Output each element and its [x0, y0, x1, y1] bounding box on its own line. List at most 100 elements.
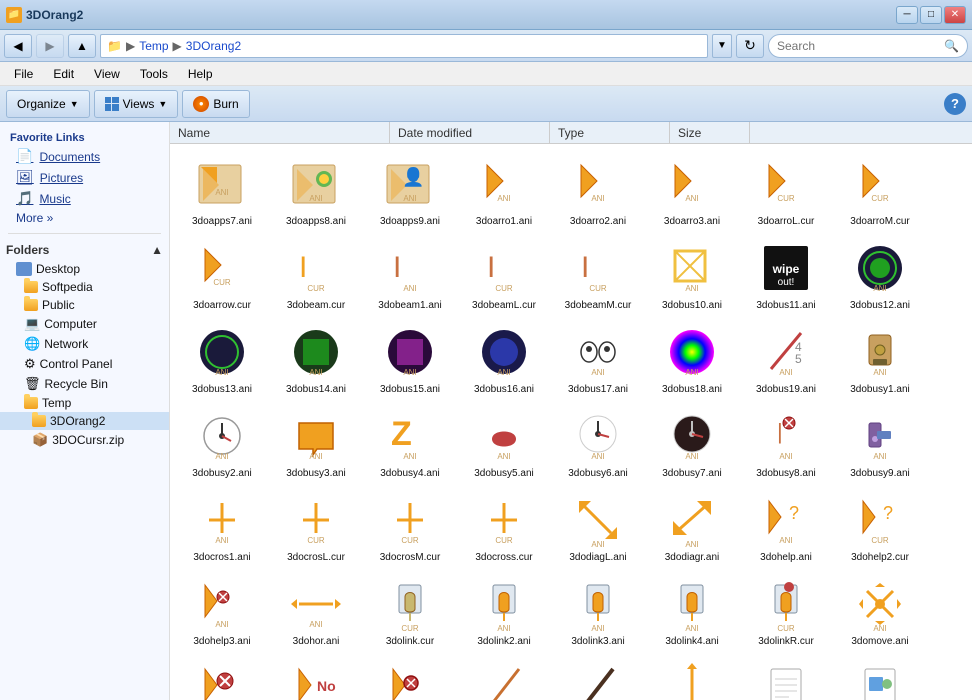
- list-item[interactable]: ANI 3dobus16.ani: [458, 318, 550, 400]
- list-item[interactable]: ANI 3dovert.ani: [646, 654, 738, 700]
- list-item[interactable]: ANI 3dopen.ani: [458, 654, 550, 700]
- list-item[interactable]: ANI 3dodiagL.ani: [552, 486, 644, 568]
- list-item[interactable]: NoANI 3dono2.ani: [270, 654, 362, 700]
- refresh-button[interactable]: ↻: [736, 34, 764, 58]
- list-item[interactable]: ICUR 3dobeam.cur: [270, 234, 362, 316]
- burn-button[interactable]: ● Burn: [182, 90, 249, 118]
- list-item[interactable]: CUR 3dolinkR.cur: [740, 570, 832, 652]
- maximize-button[interactable]: □: [920, 6, 942, 24]
- close-button[interactable]: ✕: [944, 6, 966, 24]
- list-item[interactable]: DIZ file_id.diz: [740, 654, 832, 700]
- list-item[interactable]: ANI 3dolink3.ani: [552, 570, 644, 652]
- list-item[interactable]: CUR 3docross.cur: [458, 486, 550, 568]
- list-item[interactable]: ANI 3dopen2.ani: [552, 654, 644, 700]
- menu-help[interactable]: Help: [180, 65, 221, 83]
- list-item[interactable]: ANI 3dobus17.ani: [552, 318, 644, 400]
- up-button[interactable]: ▲: [68, 34, 96, 58]
- list-item[interactable]: ANI 3dobus12.ani: [834, 234, 926, 316]
- organize-button[interactable]: Organize ▼: [6, 90, 90, 118]
- col-header-date[interactable]: Date modified: [390, 122, 550, 143]
- list-item[interactable]: CUR 3doarrow.cur: [176, 234, 268, 316]
- list-item[interactable]: ANI 3dobusy2.ani: [176, 402, 268, 484]
- list-item[interactable]: ANI 3dodiagr.ani: [646, 486, 738, 568]
- list-item[interactable]: 45ANI 3dobus19.ani: [740, 318, 832, 400]
- list-item[interactable]: ANI 3doapps7.ani: [176, 150, 268, 232]
- back-button[interactable]: ◀: [4, 34, 32, 58]
- file-name: 3dohelp.ani: [760, 552, 812, 564]
- list-item[interactable]: ANI 3doarro1.ani: [458, 150, 550, 232]
- list-item[interactable]: ICUR 3dobeamM.cur: [552, 234, 644, 316]
- list-item[interactable]: wipeout! 3dobus11.ani: [740, 234, 832, 316]
- views-button[interactable]: Views ▼: [94, 90, 179, 118]
- list-item[interactable]: ZANI 3dobusy4.ani: [364, 402, 456, 484]
- folder-item-temp[interactable]: Temp: [0, 394, 169, 412]
- list-item[interactable]: ?CUR 3dohelp2.cur: [834, 486, 926, 568]
- list-item[interactable]: ANI 3doarro3.ani: [646, 150, 738, 232]
- folder-item-desktop[interactable]: Desktop: [0, 260, 169, 278]
- folder-item-control-panel[interactable]: ⚙ Control Panel: [0, 354, 169, 374]
- path-segment-temp[interactable]: Temp: [139, 39, 168, 53]
- folder-item-public[interactable]: Public: [0, 296, 169, 314]
- sidebar-documents[interactable]: 📄 Documents: [0, 146, 169, 167]
- list-item[interactable]: CFG INSTAL3O...: [834, 654, 926, 700]
- list-item[interactable]: ANI 3dobusy3.ani: [270, 402, 362, 484]
- favorite-links-title[interactable]: Favorite Links: [0, 128, 169, 146]
- menu-tools[interactable]: Tools: [132, 65, 176, 83]
- list-item[interactable]: ANI 3doapps8.ani: [270, 150, 362, 232]
- sidebar-pictures[interactable]: 🖼 Pictures: [0, 167, 169, 188]
- list-item[interactable]: IANI 3dobeam1.ani: [364, 234, 456, 316]
- list-item[interactable]: ANI 3dohelp3.ani: [176, 570, 268, 652]
- path-dropdown[interactable]: ▼: [712, 34, 732, 58]
- list-item[interactable]: ANI 3doarro2.ani: [552, 150, 644, 232]
- path-segment-folder[interactable]: 3DOrang2: [186, 39, 241, 53]
- list-item[interactable]: CUR 3docrosL.cur: [270, 486, 362, 568]
- folder-item-3docursr[interactable]: 📦 3DOCursr.zip: [0, 430, 169, 450]
- file-name: 3dodiagL.ani: [569, 552, 626, 564]
- list-item[interactable]: ANI 3dobus18.ani: [646, 318, 738, 400]
- address-path[interactable]: 📁 ▶ Temp ▶ 3DOrang2: [100, 34, 708, 58]
- list-item[interactable]: ?ANI 3dohelp.ani: [740, 486, 832, 568]
- list-item[interactable]: ANI 3dobusy6.ani: [552, 402, 644, 484]
- list-item[interactable]: ANI 3dono3.ani: [364, 654, 456, 700]
- list-item[interactable]: ANI 3dobus13.ani: [176, 318, 268, 400]
- folder-item-network[interactable]: 🌐 Network: [0, 334, 169, 354]
- list-item[interactable]: CUR 3docrosM.cur: [364, 486, 456, 568]
- folders-title[interactable]: Folders ▲: [0, 240, 169, 260]
- menu-file[interactable]: File: [6, 65, 41, 83]
- list-item[interactable]: ANI 3docros1.ani: [176, 486, 268, 568]
- list-item[interactable]: ANI 3dobus10.ani: [646, 234, 738, 316]
- forward-button[interactable]: ▶: [36, 34, 64, 58]
- list-item[interactable]: ANI 3domove.ani: [834, 570, 926, 652]
- list-item[interactable]: ANI 3dobusy7.ani: [646, 402, 738, 484]
- sidebar-music[interactable]: 🎵 Music: [0, 188, 169, 209]
- list-item[interactable]: |ANI 3dobusy8.ani: [740, 402, 832, 484]
- list-item[interactable]: 👤ANI 3doapps9.ani: [364, 150, 456, 232]
- list-item[interactable]: ANI 3dono.ani: [176, 654, 268, 700]
- file-thumb: ANI: [286, 322, 346, 382]
- folder-item-softpedia[interactable]: Softpedia: [0, 278, 169, 296]
- search-input[interactable]: [777, 39, 940, 53]
- list-item[interactable]: CUR 3doarroL.cur: [740, 150, 832, 232]
- list-item[interactable]: ANI 3dolink4.ani: [646, 570, 738, 652]
- menu-edit[interactable]: Edit: [45, 65, 82, 83]
- col-header-size[interactable]: Size: [670, 122, 750, 143]
- folder-item-computer[interactable]: 💻 Computer: [0, 314, 169, 334]
- list-item[interactable]: ANI 3dobusy5.ani: [458, 402, 550, 484]
- sidebar-more[interactable]: More »: [0, 209, 169, 227]
- list-item[interactable]: ANI 3dobusy9.ani: [834, 402, 926, 484]
- menu-view[interactable]: View: [86, 65, 128, 83]
- folder-item-3dorang2[interactable]: 3DOrang2: [0, 412, 169, 430]
- list-item[interactable]: ANI 3dohor.ani: [270, 570, 362, 652]
- col-header-type[interactable]: Type: [550, 122, 670, 143]
- list-item[interactable]: ANI 3dobusy1.ani: [834, 318, 926, 400]
- list-item[interactable]: ANI 3dobus14.ani: [270, 318, 362, 400]
- list-item[interactable]: ICUR 3dobeamL.cur: [458, 234, 550, 316]
- list-item[interactable]: ANI 3dobus15.ani: [364, 318, 456, 400]
- folder-item-recycle-bin[interactable]: 🗑 Recycle Bin: [0, 374, 169, 394]
- minimize-button[interactable]: ─: [896, 6, 918, 24]
- help-button[interactable]: ?: [944, 93, 966, 115]
- col-header-name[interactable]: Name: [170, 122, 390, 143]
- list-item[interactable]: CUR 3doarroM.cur: [834, 150, 926, 232]
- list-item[interactable]: ANI 3dolink2.ani: [458, 570, 550, 652]
- list-item[interactable]: CUR 3dolink.cur: [364, 570, 456, 652]
